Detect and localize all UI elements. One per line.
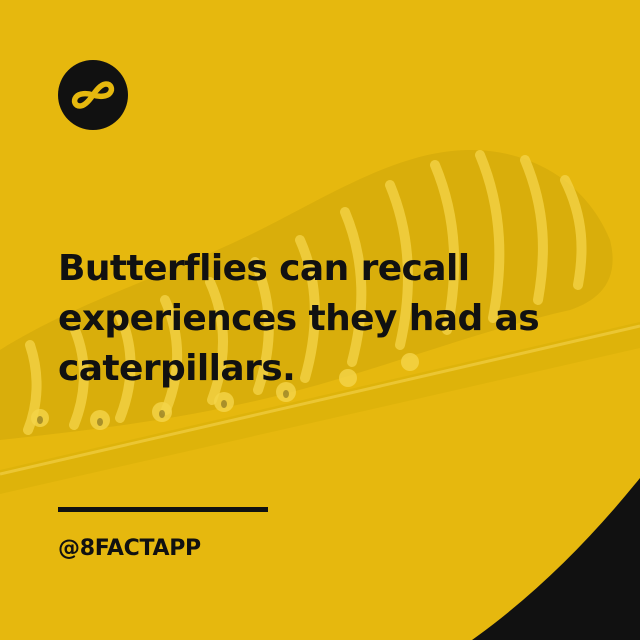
fact-card: Butterflies can recall experiences they …: [0, 0, 640, 640]
social-handle: @8FACTAPP: [58, 536, 201, 561]
fact-line: Butterflies can recall: [58, 248, 470, 289]
fact-text: Butterflies can recall experiences they …: [58, 244, 638, 394]
divider-line: [58, 507, 268, 512]
eight-infinity-logo-icon: [58, 60, 128, 130]
fact-line: caterpillars.: [58, 348, 296, 389]
fact-line: experiences they had as: [58, 298, 540, 339]
